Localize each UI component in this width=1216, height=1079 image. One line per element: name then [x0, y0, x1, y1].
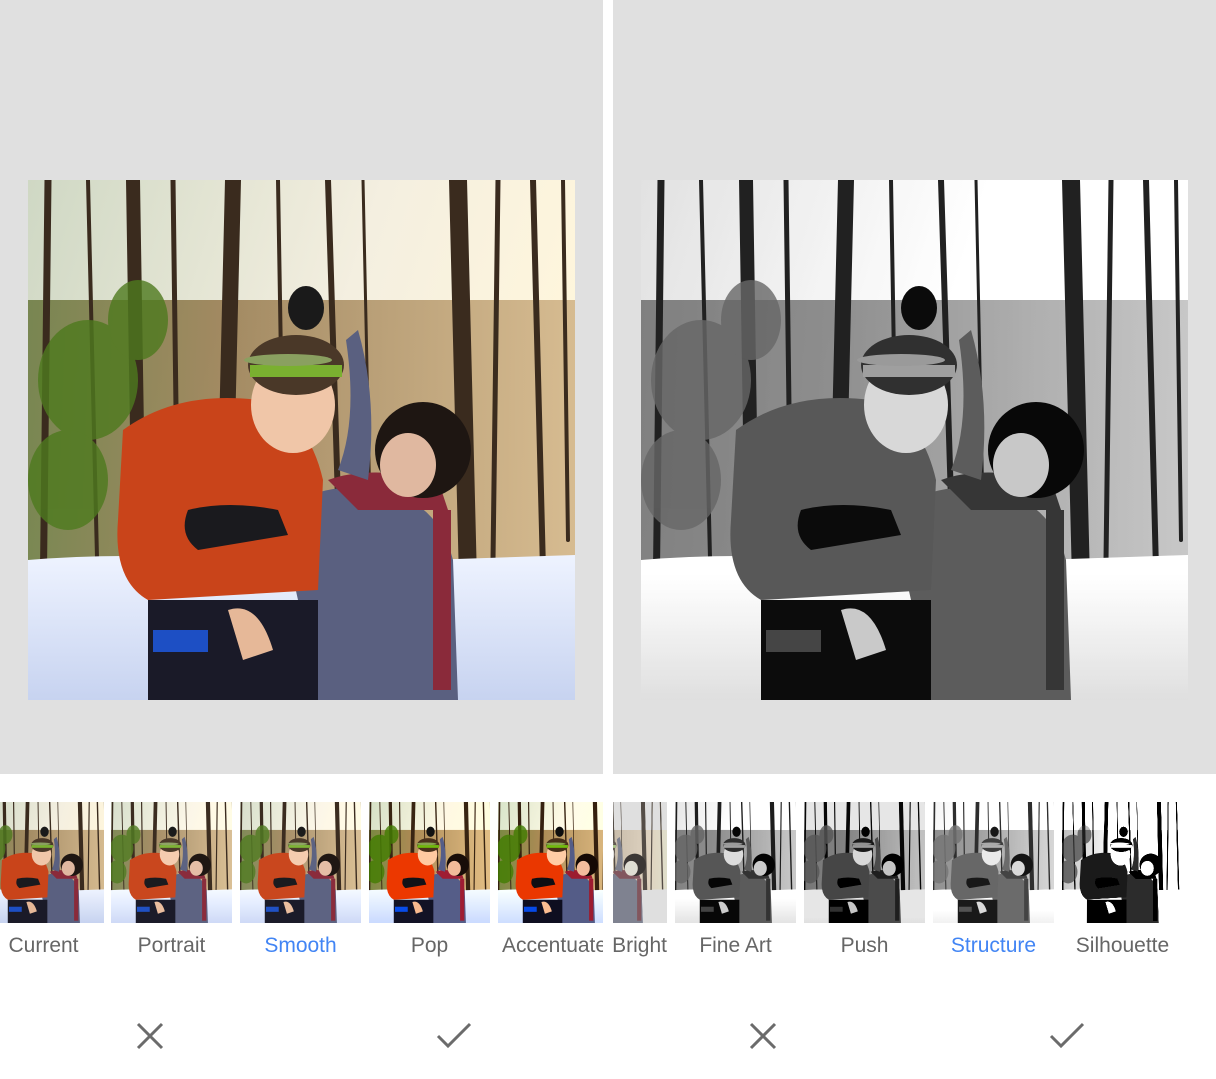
left-editor-screen: Current Portrait Smooth Pop Accentuate [0, 0, 603, 1079]
filter-portrait[interactable]: Portrait [111, 802, 232, 972]
filter-thumbnail [240, 802, 361, 923]
filter-label: Accentuate [502, 934, 603, 957]
filter-thumbnail [933, 802, 1054, 923]
filter-push[interactable]: Push [804, 802, 925, 972]
filter-thumbnail [369, 802, 490, 923]
filter-label: Silhouette [1075, 934, 1170, 957]
filter-thumbnail [675, 802, 796, 923]
action-bar [613, 1000, 1216, 1079]
close-icon [749, 1022, 777, 1050]
apply-button[interactable] [424, 1012, 484, 1060]
photo-preview-area [613, 0, 1216, 774]
apply-button[interactable] [1037, 1012, 1097, 1060]
photo-preview [641, 180, 1188, 700]
photo-preview [28, 180, 575, 700]
filter-strip[interactable]: Current Portrait Smooth Pop Accentuate [0, 802, 603, 972]
filter-thumbnail [1062, 802, 1183, 923]
filter-structure[interactable]: Structure [933, 802, 1054, 972]
check-icon [436, 1022, 472, 1049]
filter-current[interactable]: Current [0, 802, 104, 972]
filter-thumbnail [804, 802, 925, 923]
filter-thumbnail [0, 802, 104, 923]
close-icon [136, 1022, 164, 1050]
filter-accentuate[interactable]: Accentuate [498, 802, 603, 972]
filter-smooth[interactable]: Smooth [240, 802, 361, 972]
right-editor-screen: Bright Fine Art Push Structure Silhouett… [613, 0, 1216, 1079]
photo-preview-area [0, 0, 603, 774]
filter-strip[interactable]: Bright Fine Art Push Structure Silhouett… [613, 802, 1216, 972]
filter-thumbnail [111, 802, 232, 923]
cancel-button[interactable] [733, 1012, 793, 1060]
check-icon [1049, 1022, 1085, 1049]
action-bar [0, 1000, 603, 1079]
cancel-button[interactable] [120, 1012, 180, 1060]
filter-silhouette[interactable]: Silhouette [1062, 802, 1183, 972]
filter-pop[interactable]: Pop [369, 802, 490, 972]
filter-thumbnail [498, 802, 603, 923]
panel-divider [603, 0, 613, 1079]
filter-thumbnail [613, 802, 667, 923]
filter-fine-art[interactable]: Fine Art [675, 802, 796, 972]
